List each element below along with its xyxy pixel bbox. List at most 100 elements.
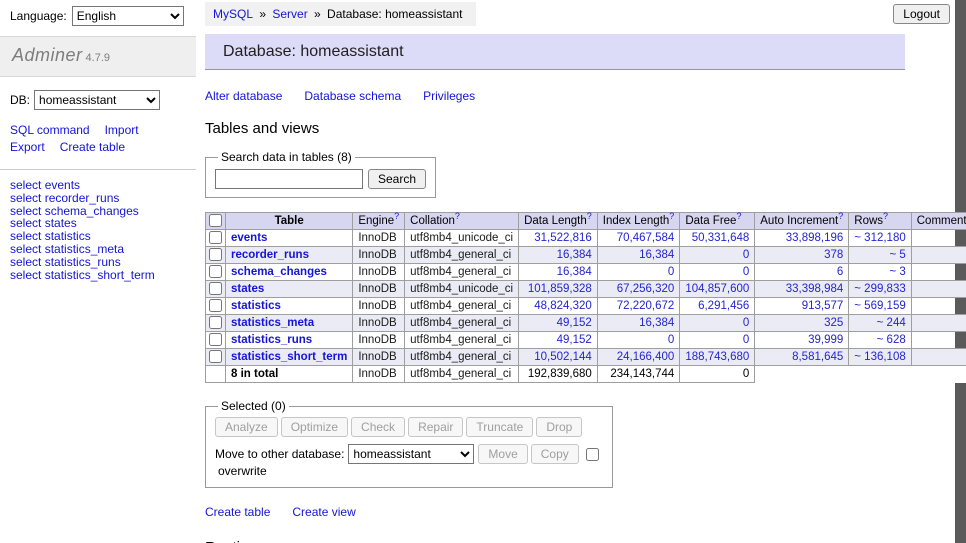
rows-count-link-statistics-runs[interactable]: ~ 628 [877, 334, 906, 346]
row-checkbox-statistics-meta[interactable] [209, 316, 222, 329]
app-version: 4.7.9 [86, 52, 110, 64]
comment-cell [911, 281, 966, 298]
row-checkbox-events[interactable] [209, 231, 222, 244]
index-length-cell: 72,220,672 [597, 298, 680, 315]
sidebar-action-export[interactable]: Export [10, 140, 45, 154]
row-checkbox-states[interactable] [209, 282, 222, 295]
copy-button[interactable]: Copy [531, 444, 579, 464]
search-input[interactable] [215, 169, 363, 189]
table-name-link-recorder-runs[interactable]: recorder_runs [231, 249, 309, 261]
search-button[interactable]: Search [368, 169, 426, 189]
create-view-link[interactable]: Create view [292, 505, 355, 519]
help-link[interactable]: ? [587, 211, 592, 221]
table-row-states: statesInnoDButf8mb4_unicode_ci101,859,32… [206, 281, 966, 298]
help-link[interactable]: ? [883, 211, 888, 221]
db-select[interactable]: homeassistant [34, 90, 160, 110]
section-title-routines: Routines [205, 539, 905, 543]
logout-button[interactable]: Logout [893, 4, 950, 24]
table-total-row: 8 in totalInnoDButf8mb4_general_ci192,83… [206, 366, 966, 383]
app-name-link[interactable]: Adminer [12, 45, 83, 65]
data-length-cell: 49,152 [519, 315, 598, 332]
help-sup: ? [838, 211, 843, 221]
rows-count-link-events[interactable]: ~ 312,180 [854, 232, 905, 244]
move-row: Move to other database:homeassistantMove… [215, 444, 603, 478]
database-schema-link[interactable]: Database schema [304, 89, 401, 103]
engine-cell: InnoDB [353, 349, 405, 366]
breadcrumb-server[interactable]: Server [272, 7, 307, 21]
truncate-button[interactable]: Truncate [466, 417, 533, 437]
row-checkbox-schema-changes[interactable] [209, 265, 222, 278]
table-link-statistics-short-term[interactable]: statistics_short_term [45, 268, 155, 282]
table-name-link-statistics-short-term[interactable]: statistics_short_term [231, 351, 347, 363]
data-free-cell: 50,331,648 [680, 230, 755, 247]
rows-count-link-states[interactable]: ~ 299,833 [854, 283, 905, 295]
rows-count-link-statistics[interactable]: ~ 569,159 [854, 300, 905, 312]
row-checkbox-statistics[interactable] [209, 299, 222, 312]
rows-count-link-statistics-meta[interactable]: ~ 244 [877, 317, 906, 329]
help-sup: ? [587, 211, 592, 221]
total-blank-cell [911, 366, 966, 383]
auto-increment-cell: 39,999 [755, 332, 849, 349]
breadcrumb-mysql[interactable]: MySQL [213, 7, 253, 21]
language-select[interactable]: English [72, 6, 184, 26]
rows-count-link-statistics-short-term[interactable]: ~ 136,108 [854, 351, 905, 363]
sidebar-action-sql-command[interactable]: SQL command [10, 123, 90, 137]
collation-cell: utf8mb4_general_ci [405, 315, 519, 332]
engine-cell: InnoDB [353, 315, 405, 332]
analyze-button[interactable]: Analyze [215, 417, 278, 437]
total-label-cell: 8 in total [226, 366, 353, 383]
index-length-cell: 70,467,584 [597, 230, 680, 247]
total-data-free-cell: 0 [680, 366, 755, 383]
data-free-cell: 6,291,456 [680, 298, 755, 315]
row-checkbox-cell [206, 332, 226, 349]
total-collation-cell: utf8mb4_general_ci [405, 366, 519, 383]
create-table-link[interactable]: Create table [205, 505, 270, 519]
table-name-link-statistics[interactable]: statistics [231, 300, 281, 312]
collation-cell: utf8mb4_general_ci [405, 264, 519, 281]
privileges-link[interactable]: Privileges [423, 89, 475, 103]
breadcrumb-separator: » [256, 7, 269, 21]
column-header-rows: Rows? [849, 213, 911, 230]
page-title: Database: homeassistant [223, 43, 404, 60]
overwrite-checkbox[interactable] [586, 448, 599, 461]
select-link-statistics-short-term[interactable]: select [10, 268, 41, 282]
table-name-link-schema-changes[interactable]: schema_changes [231, 266, 327, 278]
help-link[interactable]: ? [838, 211, 843, 221]
data-free-cell: 0 [680, 247, 755, 264]
alter-database-link[interactable]: Alter database [205, 89, 282, 103]
table-name-link-statistics-meta[interactable]: statistics_meta [231, 317, 314, 329]
data-length-cell: 10,502,144 [519, 349, 598, 366]
auto-increment-cell: 378 [755, 247, 849, 264]
row-checkbox-statistics-runs[interactable] [209, 333, 222, 346]
table-name-link-statistics-runs[interactable]: statistics_runs [231, 334, 312, 346]
rows-count-link-schema-changes[interactable]: ~ 3 [889, 266, 905, 278]
sidebar-action-import[interactable]: Import [105, 123, 139, 137]
column-header-label: Rows [854, 215, 883, 227]
row-checkbox-recorder-runs[interactable] [209, 248, 222, 261]
repair-button[interactable]: Repair [408, 417, 463, 437]
drop-button[interactable]: Drop [536, 417, 582, 437]
optimize-button[interactable]: Optimize [281, 417, 348, 437]
sidebar-action-create-table[interactable]: Create table [60, 140, 125, 154]
check-button[interactable]: Check [351, 417, 405, 437]
comment-cell [911, 349, 966, 366]
table-name-link-states[interactable]: states [231, 283, 264, 295]
breadcrumb-current: Database: homeassistant [327, 7, 462, 21]
data-length-cell: 101,859,328 [519, 281, 598, 298]
help-link[interactable]: ? [669, 211, 674, 221]
comment-cell [911, 298, 966, 315]
column-header-collation: Collation? [405, 213, 519, 230]
select-all-checkbox[interactable] [209, 214, 222, 227]
move-button[interactable]: Move [478, 444, 527, 464]
table-row-recorder-runs: recorder_runsInnoDButf8mb4_general_ci16,… [206, 247, 966, 264]
row-checkbox-statistics-short-term[interactable] [209, 350, 222, 363]
move-db-select[interactable]: homeassistant [348, 444, 474, 464]
help-link[interactable]: ? [394, 211, 399, 221]
rows-cell: ~ 312,180 [849, 230, 911, 247]
rows-cell: ~ 299,833 [849, 281, 911, 298]
help-link[interactable]: ? [736, 211, 741, 221]
table-name-link-events[interactable]: events [231, 232, 267, 244]
help-link[interactable]: ? [455, 211, 460, 221]
rows-count-link-recorder-runs[interactable]: ~ 5 [889, 249, 905, 261]
table-name-cell: statistics [226, 298, 353, 315]
